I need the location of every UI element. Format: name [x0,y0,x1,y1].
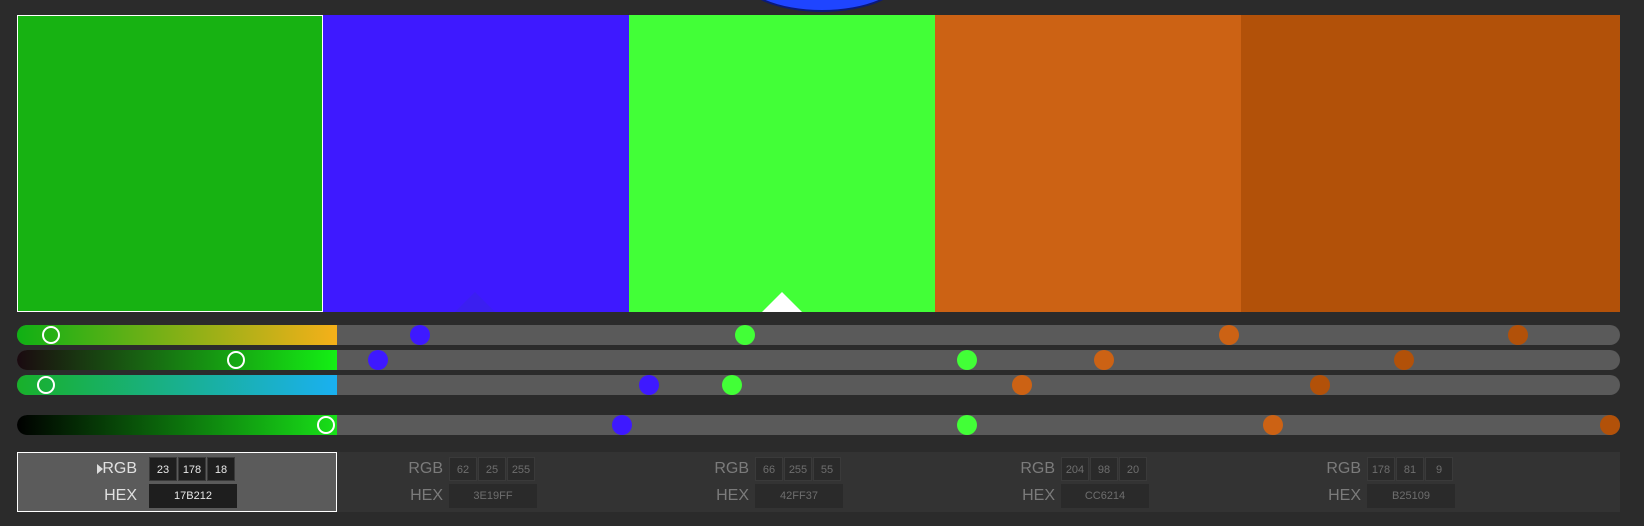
rgb-r-field[interactable]: 204 [1061,457,1089,481]
color-info-4[interactable]: RGB HEX 204 98 20 CC6214 [935,452,1255,512]
base-color-marker[interactable] [455,292,495,312]
color-info-5[interactable]: RGB HEX 178 81 9 B25109 [1241,452,1561,512]
hue-slider[interactable] [17,325,1620,345]
rgb-r-field[interactable]: 23 [149,457,177,481]
swatch-2[interactable] [323,15,629,312]
rgb-label: RGB [1020,460,1055,477]
shift-dot-swatch-5[interactable] [1310,375,1330,395]
rgb-label: RGB [714,460,749,477]
hex-label: HEX [716,487,749,504]
hue-dot-swatch-3[interactable] [735,325,755,345]
rgb-label: RGB [408,460,443,477]
brightness-dot-swatch-3[interactable] [957,415,977,435]
rgb-label: RGB [102,460,137,477]
rgb-b-field[interactable]: 9 [1425,457,1453,481]
rgb-g-field[interactable]: 81 [1396,457,1424,481]
shift-gradient [17,375,337,395]
brightness-dot-swatch-2[interactable] [612,415,632,435]
hue-gradient [17,325,337,345]
saturation-slider[interactable] [17,350,1620,370]
hex-label: HEX [104,487,137,504]
color-wheel-knob[interactable] [740,0,904,12]
saturation-handle[interactable] [227,351,245,369]
hex-field[interactable]: 3E19FF [449,484,537,508]
rgb-b-field[interactable]: 18 [207,457,235,481]
shift-dot-swatch-3[interactable] [722,375,742,395]
hex-field[interactable]: B25109 [1367,484,1455,508]
color-values-bar: RGB HEX 23 178 18 17B212 RGB HEX 62 25 2… [17,452,1620,512]
shift-handle[interactable] [37,376,55,394]
rgb-label: RGB [1326,460,1361,477]
color-info-2[interactable]: RGB HEX 62 25 255 3E19FF [323,452,643,512]
brightness-slider[interactable] [17,415,1620,435]
hex-field[interactable]: CC6214 [1061,484,1149,508]
rgb-g-field[interactable]: 98 [1090,457,1118,481]
rgb-b-field[interactable]: 255 [507,457,535,481]
brightness-dot-swatch-5[interactable] [1600,415,1620,435]
color-info-3[interactable]: RGB HEX 66 255 55 42FF37 [629,452,949,512]
swatch-3[interactable] [629,15,935,312]
brightness-handle[interactable] [317,416,335,434]
brightness-dot-swatch-4[interactable] [1263,415,1283,435]
hue-dot-swatch-4[interactable] [1219,325,1239,345]
hue-dot-swatch-5[interactable] [1508,325,1528,345]
hex-field[interactable]: 42FF37 [755,484,843,508]
hue-dot-swatch-2[interactable] [410,325,430,345]
shift-slider[interactable] [17,375,1620,395]
rgb-g-field[interactable]: 255 [784,457,812,481]
shift-dot-swatch-4[interactable] [1012,375,1032,395]
brightness-gradient [17,415,337,435]
rgb-g-field[interactable]: 25 [478,457,506,481]
saturation-gradient [17,350,337,370]
rgb-r-field[interactable]: 178 [1367,457,1395,481]
swatch-4[interactable] [935,15,1241,312]
color-info-1[interactable]: RGB HEX 23 178 18 17B212 [17,452,337,512]
swatch-1[interactable] [17,15,323,312]
rgb-g-field[interactable]: 178 [178,457,206,481]
saturation-dot-swatch-2[interactable] [368,350,388,370]
hex-label: HEX [1022,487,1055,504]
swatch-5[interactable] [1241,15,1620,312]
rgb-b-field[interactable]: 55 [813,457,841,481]
hue-handle[interactable] [42,326,60,344]
hex-label: HEX [410,487,443,504]
hex-field[interactable]: 17B212 [149,484,237,508]
active-base-color-marker[interactable] [762,292,802,312]
rgb-b-field[interactable]: 20 [1119,457,1147,481]
hex-label: HEX [1328,487,1361,504]
saturation-dot-swatch-3[interactable] [957,350,977,370]
rgb-r-field[interactable]: 62 [449,457,477,481]
rgb-r-field[interactable]: 66 [755,457,783,481]
color-swatches [17,15,1620,312]
saturation-dot-swatch-5[interactable] [1394,350,1414,370]
shift-dot-swatch-2[interactable] [639,375,659,395]
saturation-dot-swatch-4[interactable] [1094,350,1114,370]
